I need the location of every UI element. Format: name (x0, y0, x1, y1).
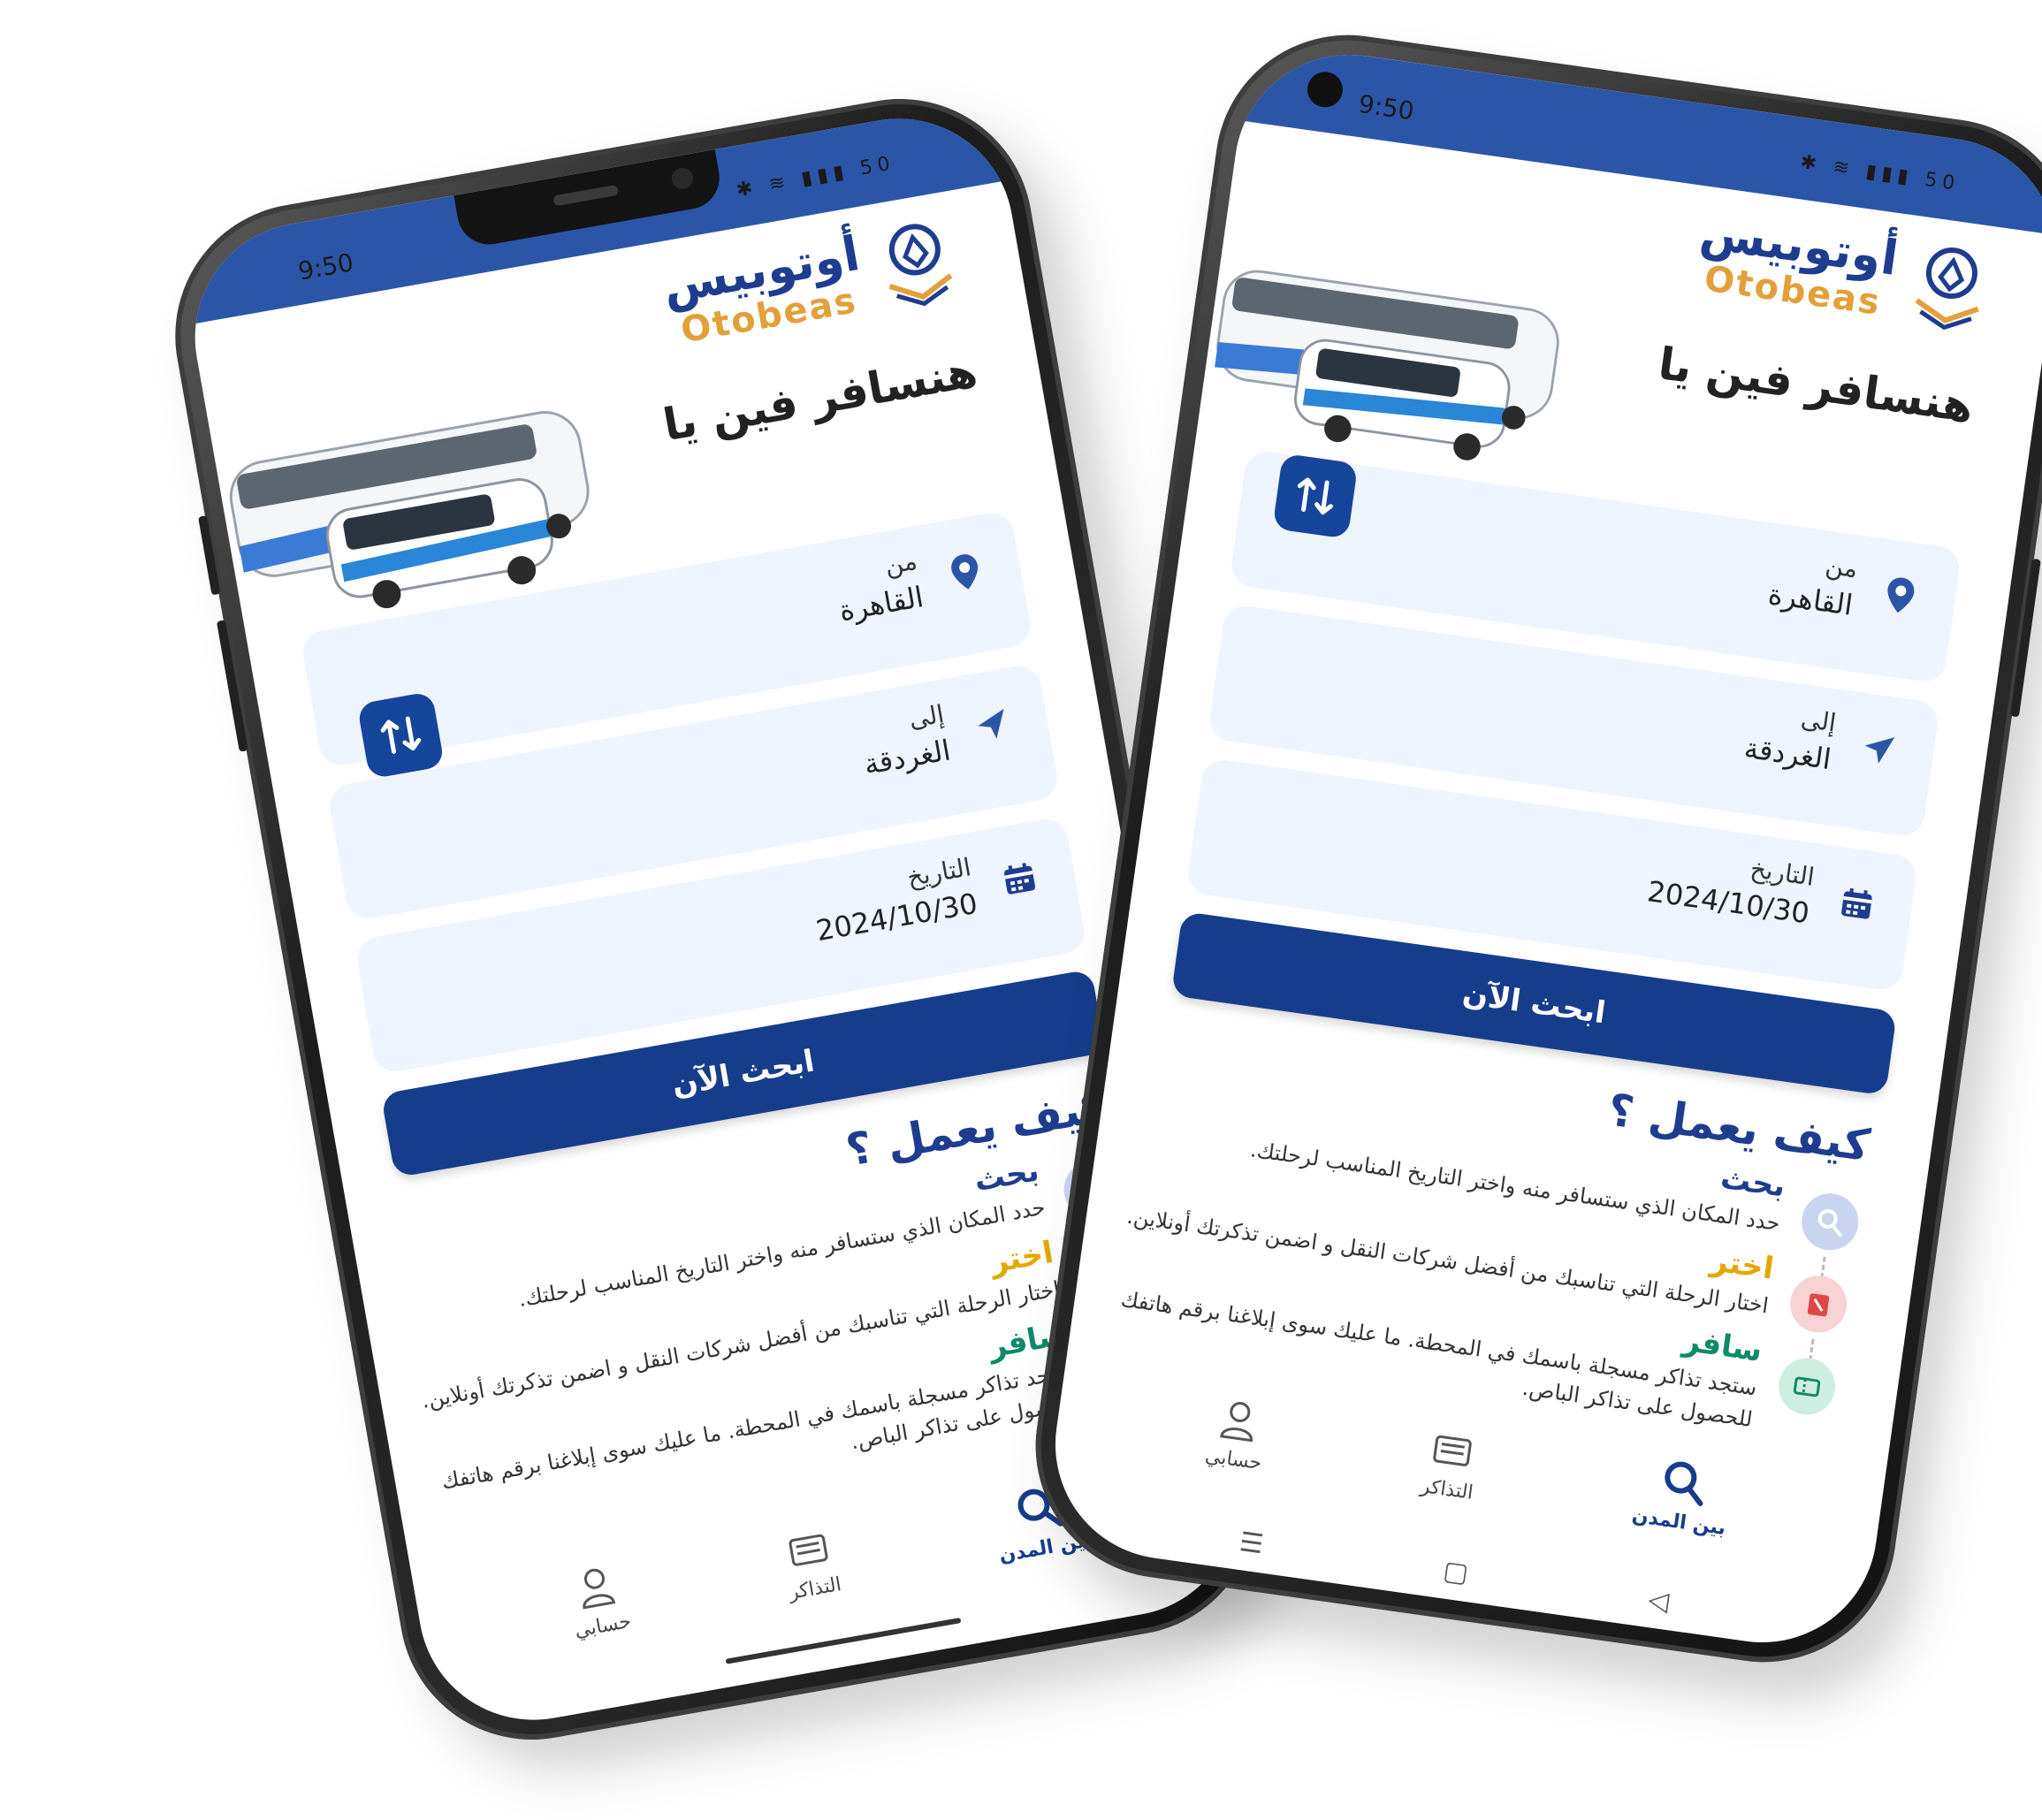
status-time: 9:50 (295, 247, 356, 286)
search-icon (1665, 1461, 1703, 1506)
tab-label: بين المدن (1630, 1504, 1727, 1541)
volume-down-button (216, 620, 248, 752)
screen: 9:50 ✱ ≋ ▮▮▮ 50 أوتوبيس Otobeas هنسافر ف… (1040, 40, 2042, 1657)
from-value: القاهرة (836, 580, 926, 628)
phone-right: 9:50 ✱ ≋ ▮▮▮ 50 أوتوبيس Otobeas هنسافر ف… (1018, 18, 2042, 1679)
swap-arrows-icon (1297, 477, 1333, 515)
user-icon (583, 1568, 616, 1610)
bus-image (1214, 270, 1559, 461)
ticket-icon (1774, 1354, 1840, 1419)
swap-button[interactable] (356, 690, 446, 780)
navigation-arrow-icon (970, 703, 1015, 748)
user-icon (1220, 1402, 1253, 1443)
tab-tickets[interactable]: التذاكر (1419, 1422, 1482, 1504)
hero-title: هنسافر فين يا (659, 346, 981, 452)
home-indicator[interactable] (725, 1618, 962, 1664)
ticket-choose-icon (1786, 1272, 1851, 1336)
tab-label: حسابي (1203, 1444, 1263, 1475)
volume-up-button (198, 515, 221, 596)
calendar-icon (1835, 881, 1879, 925)
home-square-icon[interactable]: ▢ (1441, 1555, 1470, 1589)
to-value: الغردقة (1741, 731, 1833, 777)
tab-intercity[interactable]: بين المدن (1630, 1452, 1734, 1540)
search-icon (1798, 1190, 1863, 1254)
from-value: القاهرة (1765, 577, 1855, 623)
tickets-icon (789, 1534, 828, 1566)
tab-label: التذاكر (787, 1573, 843, 1605)
brand-logo-icon (1915, 247, 1979, 330)
location-pin-icon (1878, 573, 1923, 617)
to-label: إلى (1799, 704, 1839, 738)
tickets-icon (1433, 1435, 1472, 1466)
notch (453, 148, 725, 250)
brand-logo-icon (888, 224, 953, 306)
location-pin-icon (943, 549, 988, 594)
tab-label: حسابي (573, 1610, 633, 1642)
calendar-icon (997, 856, 1042, 901)
navigation-arrow-icon (1856, 727, 1901, 772)
tab-tickets[interactable]: التذاكر (778, 1521, 843, 1604)
power-button (2009, 558, 2041, 718)
status-icons: ✱ ≋ ▮▮▮ 50 (1798, 151, 1962, 196)
swap-button[interactable] (1272, 453, 1359, 539)
tab-account[interactable]: حسابي (564, 1558, 633, 1642)
swap-arrows-icon (380, 716, 422, 754)
hero-title: هنسافر فين يا (1655, 338, 1977, 433)
tab-account[interactable]: حسابي (1204, 1392, 1271, 1474)
back-triangle-icon[interactable]: ◁ (1646, 1584, 1671, 1618)
status-icons: ✱ ≋ ▮▮▮ 50 (734, 152, 897, 202)
from-label: من (1824, 550, 1860, 584)
front-camera (1305, 69, 1345, 110)
tab-label: التذاكر (1419, 1474, 1475, 1504)
status-time: 9:50 (1356, 88, 1416, 126)
menu-icon[interactable]: ☰ (1238, 1527, 1266, 1560)
